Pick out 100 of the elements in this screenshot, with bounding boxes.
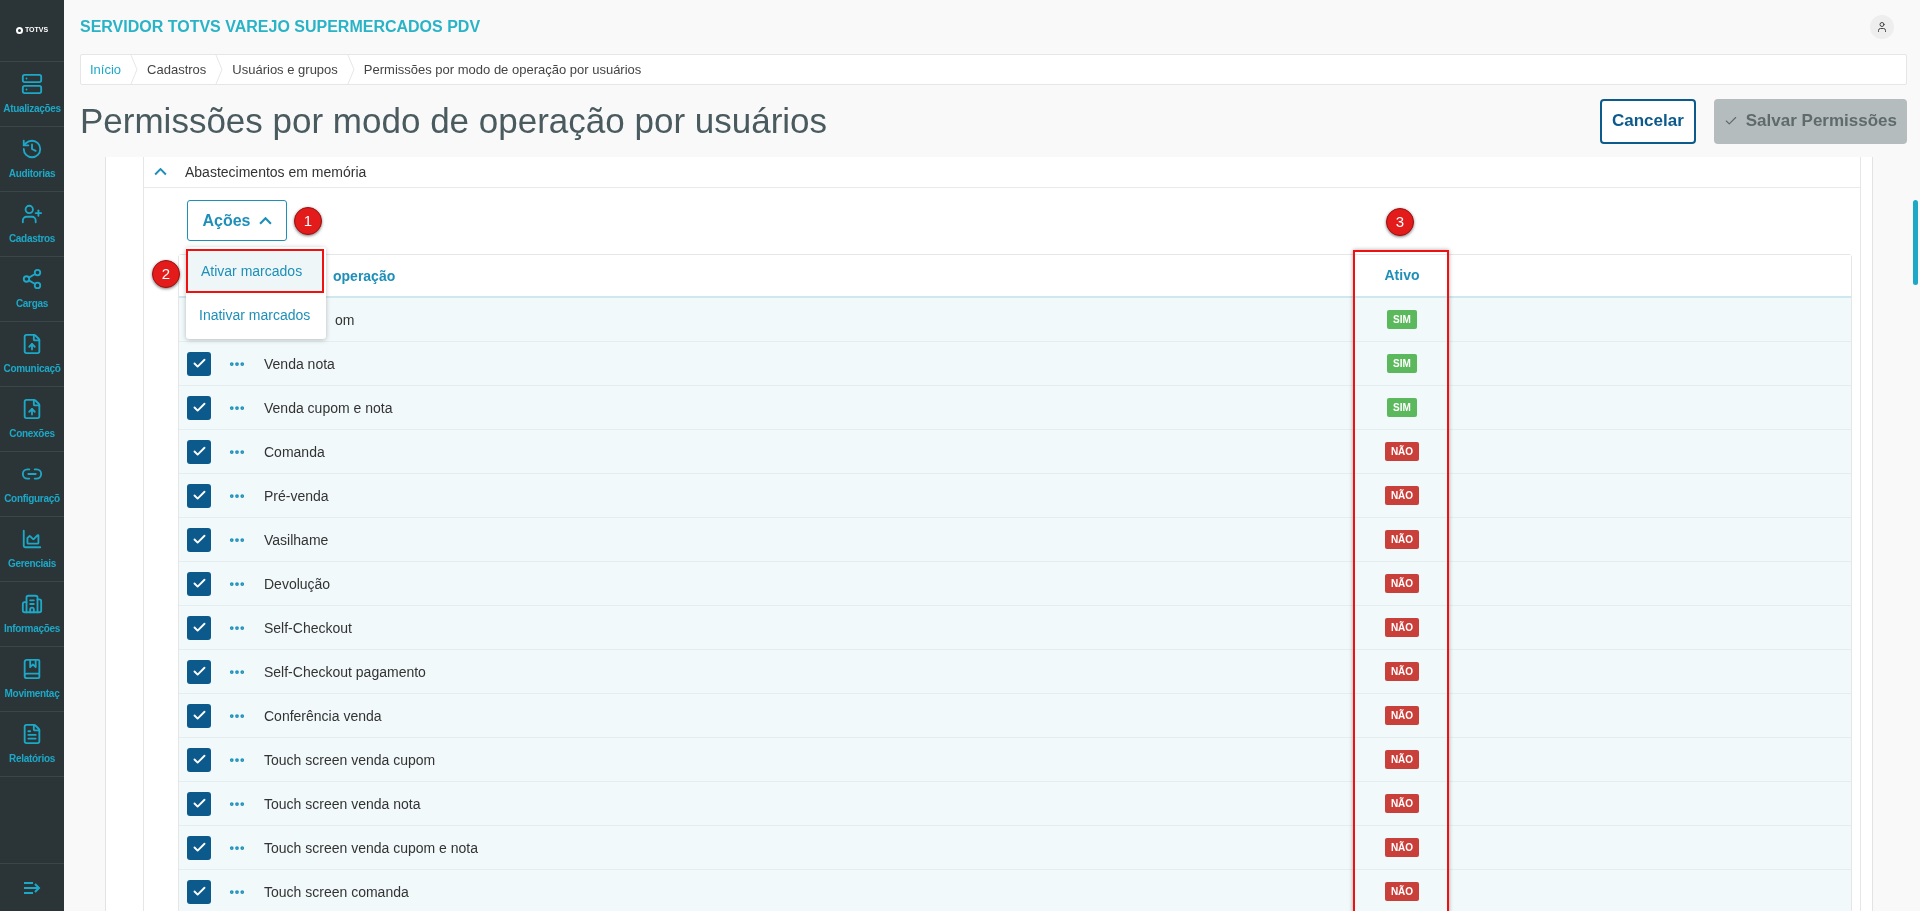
column-header[interactable]: Ativo	[1354, 265, 1450, 286]
status-tag: NÃO	[1384, 882, 1420, 901]
table-row[interactable]: Touch screen comanda NÃO	[179, 870, 1851, 911]
sidebar-item[interactable]: Auditorias	[0, 127, 64, 192]
scrollbar-thumb[interactable]	[1913, 200, 1918, 285]
app-title: SERVIDOR TOTVS VAREJO SUPERMERCADOS PDV	[80, 17, 481, 37]
checkbox[interactable]	[187, 483, 211, 508]
check-icon	[191, 488, 207, 503]
table-cell: Self-Checkout pagamento	[264, 663, 426, 680]
table-cell: Touch screen venda cupom e nota	[264, 839, 479, 856]
share-icon	[21, 267, 43, 290]
section-header[interactable]: Abastecimentos em memória	[144, 157, 1860, 188]
sidebar-item[interactable]: Conexões	[0, 387, 64, 452]
check-icon	[191, 708, 207, 723]
check-icon	[191, 840, 207, 855]
status-tag: NÃO	[1384, 706, 1420, 725]
table-cell: Comanda	[264, 443, 325, 460]
check-icon	[191, 620, 207, 635]
column-header[interactable]: operação	[333, 267, 396, 284]
add-user-icon	[21, 202, 43, 225]
sidebar-item[interactable]: Comunicaçõ	[0, 322, 64, 387]
check-icon	[191, 444, 207, 459]
status-tag: SIM	[1387, 354, 1417, 373]
sidebar-item[interactable]: Cargas	[0, 257, 64, 322]
actions-button[interactable]: Ações	[187, 200, 287, 241]
table-cell: Touch screen venda cupom	[264, 751, 436, 768]
status-tag: NÃO	[1384, 530, 1420, 549]
sidebar-item[interactable]: Cadastros	[0, 192, 64, 257]
table-cell: om	[335, 311, 355, 328]
table-row[interactable]: Self-Checkout pagamento NÃO	[179, 650, 1851, 694]
checkbox[interactable]	[187, 571, 211, 596]
status-tag: NÃO	[1384, 486, 1420, 505]
server-icon	[21, 72, 43, 95]
sidebar-item[interactable]: Movimentaç	[0, 647, 64, 712]
table-row[interactable]: Comanda NÃO	[179, 430, 1851, 474]
table-row[interactable]: Self-Checkout NÃO	[179, 606, 1851, 650]
table-cell: Venda cupom e nota	[264, 399, 393, 416]
checkbox[interactable]	[187, 879, 211, 904]
breadcrumb-link[interactable]: Cadastros	[138, 59, 216, 80]
collapse-menu-icon[interactable]	[23, 880, 41, 895]
chevron-up-icon	[258, 216, 272, 225]
file-upload-icon	[21, 332, 43, 355]
status-tag: SIM	[1387, 310, 1417, 329]
check-icon	[191, 400, 207, 415]
table-cell: Venda nota	[264, 355, 335, 372]
checkbox[interactable]	[187, 703, 211, 728]
history-icon	[21, 137, 43, 160]
table-row[interactable]: Conferência venda NÃO	[179, 694, 1851, 738]
status-tag: NÃO	[1384, 750, 1420, 769]
table-cell: Self-Checkout	[264, 619, 352, 636]
status-tag: NÃO	[1384, 794, 1420, 813]
checkbox[interactable]	[187, 791, 211, 816]
status-tag: NÃO	[1384, 838, 1420, 857]
status-tag: NÃO	[1384, 574, 1420, 593]
checkbox[interactable]	[187, 439, 211, 464]
table-cell: Touch screen comanda	[264, 883, 409, 900]
checkbox[interactable]	[187, 615, 211, 640]
status-tag: NÃO	[1384, 662, 1420, 681]
logo-icon	[15, 27, 23, 34]
checkbox[interactable]	[187, 527, 211, 552]
sidebar-item[interactable]: Configuraçõ	[0, 452, 64, 517]
table-row[interactable]: Venda cupom e nota SIM	[179, 386, 1851, 430]
table-cell: Conferência venda	[264, 707, 382, 724]
sidebar-item[interactable]: Gerenciais	[0, 517, 64, 582]
table-row[interactable]: Pré-venda NÃO	[179, 474, 1851, 518]
file-upload-icon	[21, 397, 43, 420]
breadcrumb-link[interactable]: Usuários e grupos	[223, 59, 347, 80]
check-icon	[191, 664, 207, 679]
area-chart-icon	[21, 527, 43, 550]
check-icon	[191, 532, 207, 547]
check-icon	[1723, 114, 1738, 128]
table-row[interactable]: Touch screen venda nota NÃO	[179, 782, 1851, 826]
table-row[interactable]: Vasilhame NÃO	[179, 518, 1851, 562]
cancel-button[interactable]: Cancelar	[1599, 98, 1696, 144]
table-row[interactable]: Devolução NÃO	[179, 562, 1851, 606]
sidebar-item[interactable]: Informações	[0, 582, 64, 647]
check-icon	[191, 884, 207, 899]
table-cell: Devolução	[264, 575, 331, 592]
check-icon	[191, 752, 207, 767]
building-icon	[21, 592, 43, 615]
annotation-marker: 1	[294, 207, 322, 235]
table-row[interactable]: Touch screen venda cupom NÃO	[179, 738, 1851, 782]
document-icon	[21, 722, 43, 745]
checkbox[interactable]	[187, 659, 211, 684]
breadcrumb-link[interactable]: Permissões por modo de operação por usuários	[354, 59, 651, 80]
checkbox[interactable]	[187, 351, 211, 376]
status-tag: SIM	[1387, 398, 1417, 417]
status-tag: NÃO	[1384, 442, 1420, 461]
checkbox[interactable]	[187, 835, 211, 860]
status-tag: NÃO	[1384, 618, 1420, 637]
checkbox[interactable]	[187, 395, 211, 420]
sidebar-item[interactable]: Atualizações	[0, 62, 64, 127]
user-icon	[1876, 21, 1888, 33]
check-icon	[191, 356, 207, 371]
table-row[interactable]: Touch screen venda cupom e nota NÃO	[179, 826, 1851, 870]
checkbox[interactable]	[187, 747, 211, 772]
bookmark-book-icon	[21, 657, 43, 680]
sidebar-item[interactable]: Relatórios	[0, 712, 64, 777]
table-row[interactable]: Venda nota SIM	[179, 342, 1851, 386]
user-avatar[interactable]	[1870, 15, 1894, 39]
